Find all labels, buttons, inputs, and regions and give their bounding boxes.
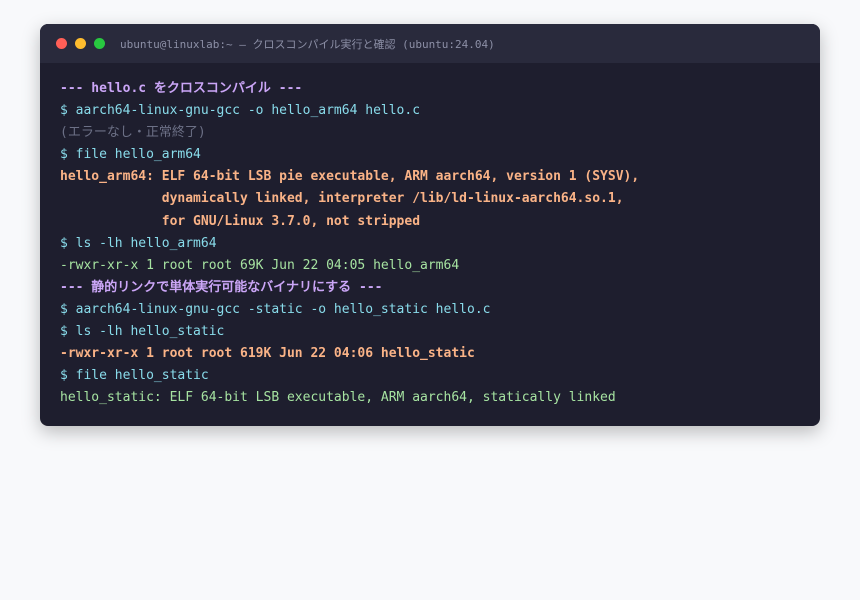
terminal-output[interactable]: --- hello.c をクロスコンパイル --- $ aarch64-linu… [40,63,820,409]
output-line: -rwxr-xr-x 1 root root 619K Jun 22 04:06… [60,346,475,362]
terminal-window: ubuntu@linuxlab:~ — クロスコンパイル実行と確認 (ubunt… [40,24,820,426]
output-line: dynamically linked, interpreter /lib/ld-… [60,191,624,207]
command-line: $ ls -lh hello_arm64 [60,235,217,251]
title-bar: ubuntu@linuxlab:~ — クロスコンパイル実行と確認 (ubunt… [40,24,820,63]
command-line: $ file hello_static [60,368,209,384]
window-controls [56,38,113,49]
section-heading: --- 静的リンクで単体実行可能なバイナリにする --- [60,279,383,295]
window-title: ubuntu@linuxlab:~ — クロスコンパイル実行と確認 (ubunt… [120,37,495,51]
command-line: $ file hello_arm64 [60,147,201,163]
command-line: $ aarch64-linux-gnu-gcc -o hello_arm64 h… [60,103,421,119]
close-button[interactable] [56,38,67,49]
maximize-button[interactable] [94,38,105,49]
output-line: hello_arm64: ELF 64-bit LSB pie executab… [60,169,640,185]
output-line: hello_static: ELF 64-bit LSB executable,… [60,390,616,406]
command-line: $ ls -lh hello_static [60,324,225,340]
comment-line: (エラーなし・正常終了) [60,125,206,141]
section-heading: --- hello.c をクロスコンパイル --- [60,81,303,96]
minimize-button[interactable] [75,38,86,49]
output-line: for GNU/Linux 3.7.0, not stripped [60,213,421,229]
command-line: $ aarch64-linux-gnu-gcc -static -o hello… [60,301,491,317]
output-line: -rwxr-xr-x 1 root root 69K Jun 22 04:05 … [60,257,460,273]
